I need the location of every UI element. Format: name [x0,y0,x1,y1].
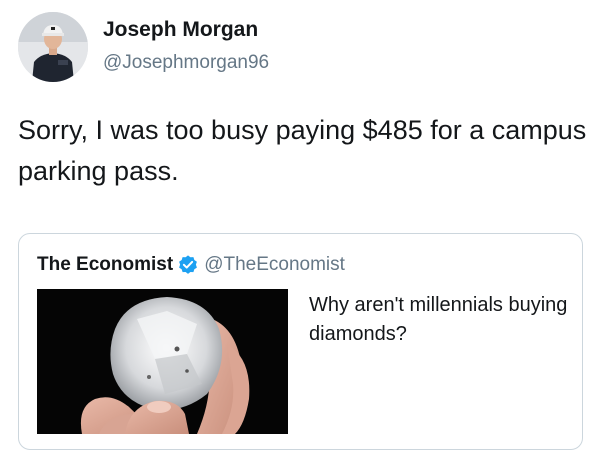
diamond-in-hand-photo-icon [37,289,288,434]
author-display-name[interactable]: Joseph Morgan [103,18,258,42]
quoted-author-handle[interactable]: @TheEconomist [204,254,345,276]
quoted-tweet-text: Why aren't millennials buying diamonds? [309,294,568,345]
quoted-tweet-image[interactable] [37,289,288,434]
tweet: Joseph Morgan @Josephmorgan96 Sorry, I w… [0,0,600,450]
quoted-tweet-header: The Economist @TheEconomist [37,254,345,276]
verified-badge-icon [177,254,199,276]
quoted-tweet-card[interactable]: The Economist @TheEconomist Why aren't m… [18,233,583,450]
quoted-author-name[interactable]: The Economist [37,254,173,276]
avatar-photo-icon [18,12,88,82]
author-handle[interactable]: @Josephmorgan96 [103,52,269,74]
tweet-text: Sorry, I was too busy paying $485 for a … [18,115,587,186]
author-avatar[interactable] [18,12,88,82]
